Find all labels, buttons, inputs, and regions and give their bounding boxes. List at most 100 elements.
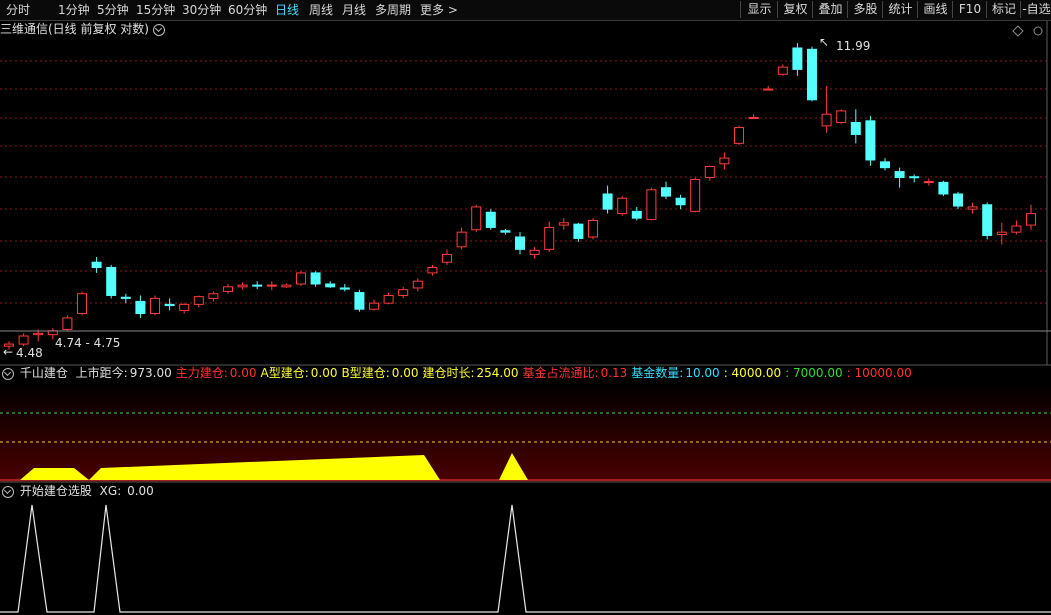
multi-stock-button[interactable]: 多股 [847,1,883,18]
candle [763,86,774,91]
period-tab-intraday[interactable]: 分时 [6,2,30,18]
indicator1-item-label: 上市距今: [75,366,128,380]
candle [150,295,160,316]
candle [135,295,146,318]
indicator1-item-value: 254.00 [476,366,519,380]
watchlist-button[interactable]: -自选 [1020,1,1051,18]
candle [18,333,29,347]
candle [442,249,452,265]
candle [427,264,438,276]
candle [1026,204,1036,230]
candle [529,246,540,259]
period-tab-weekly[interactable]: 周线 [309,2,333,18]
period-tab-15min[interactable]: 15分钟 [136,2,175,18]
candle [485,209,496,230]
period-tab-more[interactable]: 更多 > [420,2,458,18]
candle [325,281,336,288]
indicator1-item-label: 建仓时长: [422,366,475,380]
candle [179,303,190,314]
candle [1011,220,1022,235]
indicator1-item-value: 0.00 [229,366,257,380]
period-tab-multi[interactable]: 多周期 [375,2,411,18]
indicator1-item-value: 973.00 [129,366,172,380]
build-position-area [20,455,440,480]
candle [631,206,642,221]
candle [164,298,175,311]
statistics-button[interactable]: 统计 [882,1,918,18]
chart-canvas: ↖ 11.99 ← 4.48 4.74 - 4.75 [0,21,1051,613]
period-tab-1min[interactable]: 1分钟 [58,2,90,18]
chevron-down-icon[interactable] [2,485,14,498]
indicator1-level-value: : 10000.00 [846,366,912,380]
indicator1-background [0,382,1051,482]
high-price-arrow-icon: ↖ [819,35,829,49]
period-tab-30min[interactable]: 30分钟 [182,2,221,18]
chevron-down-icon[interactable] [2,367,14,380]
candle [923,178,934,186]
indicator1-item-label: A型建仓: [260,366,309,380]
candle [996,222,1007,245]
candle [967,202,978,214]
indicator1-item-label: 基金占流通比: [522,366,599,380]
f10-button[interactable]: F10 [952,1,987,18]
indicator1-item-label: 主力建仓: [175,366,228,380]
indicator1-name: 千山建仓 [19,366,68,380]
indicator2-header: 开始建仓选股 XG: 0.00 [0,484,154,499]
candle [909,174,920,183]
candle [807,46,817,102]
circle-icon[interactable] [1033,26,1043,36]
candle [500,228,511,235]
candle [748,114,759,120]
candle [4,341,14,350]
display-button[interactable]: 显示 [740,1,778,18]
candle [894,167,905,188]
candle [223,283,233,294]
indicator1-level-value: : 4000.00 [723,366,782,380]
indicator2-name: 开始建仓选股 [19,484,92,498]
adjust-button[interactable]: 复权 [777,1,813,18]
candle [398,286,409,299]
candle [266,281,277,291]
candle [369,299,379,311]
candle [880,158,890,171]
candle [456,227,467,250]
period-tab-5min[interactable]: 5分钟 [97,2,129,18]
candle [704,165,715,181]
chart-title: 三维通信(日线 前复权 对数) [0,22,149,36]
candle [208,291,219,302]
indicator1-values: 上市距今: 973.00 主力建仓: 0.00 A型建仓: 0.00 B型建仓: 0.00 建仓… [72,366,912,380]
candle [296,271,306,286]
candle [617,196,628,216]
candle [33,329,44,342]
period-tab-daily[interactable]: 日线 [275,2,299,18]
indicator1-item-label: B型建仓: [341,366,390,380]
chevron-down-icon[interactable] [153,23,165,36]
overlay-button[interactable]: 叠加 [812,1,848,18]
candle [237,282,248,290]
price-range-label: 4.74 - 4.75 [55,336,120,350]
candle [675,194,686,210]
candle [310,271,321,287]
candle [252,281,263,290]
candle [62,315,73,331]
candle [836,109,847,125]
candle [91,257,102,273]
indicator1-item-value: 0.13 [600,366,628,380]
build-position-spike [499,453,528,480]
candle [777,64,788,76]
period-tab-60min[interactable]: 60分钟 [228,2,267,18]
draw-line-button[interactable]: 画线 [917,1,953,18]
candle [850,109,861,144]
mark-button[interactable]: 标记 [986,1,1021,18]
candlestick-series [4,43,1036,350]
indicator1-level-value: : 7000.00 [785,366,843,380]
candle [865,115,876,166]
indicator1-item-value: 0.00 [391,366,419,380]
candle [544,221,555,252]
low-price-arrow-icon: ← [3,345,13,359]
period-tab-monthly[interactable]: 月线 [342,2,366,18]
indicator1-item-label: 基金数量: [631,366,684,380]
candle [690,177,701,213]
diamond-icon[interactable] [1012,25,1024,37]
candle [77,291,87,316]
